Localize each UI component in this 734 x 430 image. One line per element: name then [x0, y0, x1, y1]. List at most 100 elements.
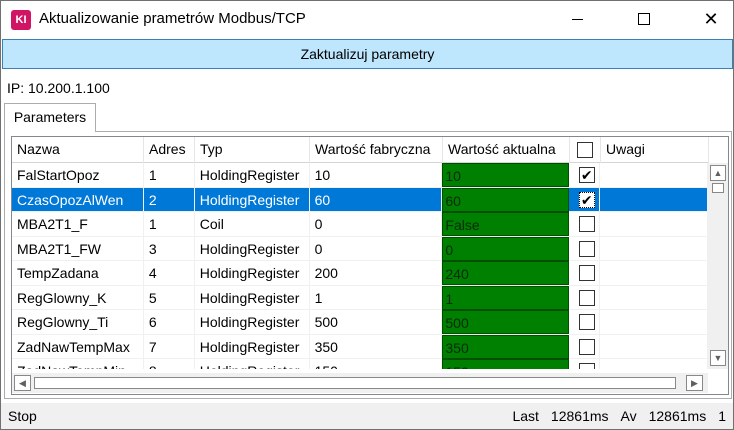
cell-actual-value[interactable]: 150 [442, 359, 570, 369]
minimize-button[interactable] [554, 1, 600, 37]
cell-factory-value[interactable]: 500 [310, 310, 443, 334]
status-timings: Last 12861ms Av 12861ms 1 [500, 408, 726, 424]
cell-notes[interactable] [600, 310, 708, 334]
cell-checkbox [569, 212, 601, 236]
cell-address[interactable]: 5 [144, 285, 195, 310]
table-row[interactable]: CzasOpozAlWen 2 HoldingRegister 60 60 [12, 187, 708, 212]
table-row[interactable]: RegGlowny_Ti 6 HoldingRegister 500 500 [12, 310, 708, 335]
cell-actual-value[interactable]: 240 [442, 261, 570, 285]
cell-type[interactable]: HoldingRegister [195, 261, 310, 285]
table-row[interactable]: ZadNawTempMin8HoldingRegister150150 [12, 359, 708, 369]
cell-type[interactable]: HoldingRegister [195, 163, 310, 187]
cell-notes[interactable] [600, 261, 708, 285]
cell-factory-value[interactable]: 60 [310, 187, 443, 212]
cell-name[interactable]: ZadNawTempMax [12, 334, 144, 359]
row-checkbox[interactable] [578, 167, 595, 183]
cell-actual-value[interactable]: 60 [442, 187, 570, 212]
cell-name[interactable]: MBA2T1_FW [12, 236, 144, 261]
select-all-checkbox[interactable] [577, 142, 593, 158]
column-header-type[interactable]: Typ [195, 137, 310, 163]
cell-address[interactable]: 6 [144, 310, 195, 334]
table-row[interactable]: TempZadana 4 HoldingRegister 200 240 [12, 261, 708, 286]
row-checkbox[interactable] [578, 191, 595, 208]
cell-actual-value[interactable]: False [442, 212, 570, 236]
cell-factory-value[interactable]: 10 [310, 163, 443, 187]
cell-actual-value[interactable]: 1 [442, 285, 570, 310]
maximize-icon [638, 13, 650, 25]
cell-factory-value[interactable]: 150 [310, 359, 443, 369]
cell-name[interactable]: CzasOpozAlWen [12, 187, 144, 212]
cell-type[interactable]: HoldingRegister [195, 334, 310, 359]
column-header-name[interactable]: Nazwa [12, 137, 144, 163]
table-row[interactable]: FalStartOpoz 1 HoldingRegister 10 10 [12, 163, 708, 188]
scroll-left-icon[interactable]: ◀ [14, 375, 31, 391]
cell-factory-value[interactable]: 0 [310, 212, 443, 236]
cell-type[interactable]: HoldingRegister [195, 285, 310, 310]
cell-notes[interactable] [600, 334, 708, 359]
cell-name[interactable]: RegGlowny_Ti [12, 310, 144, 334]
scroll-right-icon[interactable]: ▶ [686, 375, 703, 391]
cell-address[interactable]: 8 [144, 359, 195, 369]
cell-factory-value[interactable]: 350 [310, 334, 443, 359]
cell-address[interactable]: 2 [144, 187, 195, 212]
column-header-factory-value[interactable]: Wartość fabryczna [310, 137, 443, 163]
cell-checkbox [569, 261, 601, 285]
cell-address[interactable]: 1 [144, 163, 195, 187]
row-checkbox[interactable] [578, 216, 595, 232]
table-row[interactable]: MBA2T1_FW 3 HoldingRegister 0 0 [12, 236, 708, 261]
cell-factory-value[interactable]: 0 [310, 236, 443, 261]
update-parameters-button[interactable]: Zaktualizuj parametry [2, 39, 733, 69]
close-button[interactable]: ✕ [688, 1, 734, 37]
cell-actual-value[interactable]: 10 [442, 163, 570, 187]
row-checkbox[interactable] [578, 363, 595, 369]
row-checkbox[interactable] [578, 240, 595, 257]
cell-type[interactable]: HoldingRegister [195, 236, 310, 261]
column-header-actual-value[interactable]: Wartość aktualna [443, 137, 570, 163]
cell-factory-value[interactable]: 200 [310, 261, 443, 285]
cell-address[interactable]: 3 [144, 236, 195, 261]
grid-body: FalStartOpoz1HoldingRegister1010CzasOpoz… [12, 163, 708, 369]
row-checkbox[interactable] [578, 265, 595, 281]
cell-name[interactable]: FalStartOpoz [12, 163, 144, 187]
cell-address[interactable]: 4 [144, 261, 195, 285]
cell-actual-value[interactable]: 500 [442, 310, 570, 334]
column-header-select-all[interactable] [570, 137, 601, 163]
vertical-scroll-thumb[interactable] [712, 183, 724, 193]
cell-notes[interactable] [600, 236, 708, 261]
cell-notes[interactable] [600, 359, 708, 369]
cell-name[interactable]: ZadNawTempMin [12, 359, 144, 369]
table-row[interactable]: ZadNawTempMax 7 HoldingRegister 350 350 [12, 334, 708, 359]
cell-factory-value[interactable]: 1 [310, 285, 443, 310]
cell-name[interactable]: TempZadana [12, 261, 144, 285]
row-checkbox[interactable] [578, 338, 595, 355]
cell-type[interactable]: HoldingRegister [195, 310, 310, 334]
cell-type[interactable]: Coil [195, 212, 310, 236]
cell-actual-value[interactable]: 350 [442, 334, 570, 359]
cell-notes[interactable] [600, 285, 708, 310]
cell-name[interactable]: RegGlowny_K [12, 285, 144, 310]
cell-actual-value[interactable]: 0 [442, 236, 570, 261]
cell-notes[interactable] [600, 187, 708, 212]
minimize-icon [571, 18, 583, 20]
cell-address[interactable]: 7 [144, 334, 195, 359]
cell-name[interactable]: MBA2T1_F [12, 212, 144, 236]
maximize-button[interactable] [621, 1, 667, 37]
column-header-address[interactable]: Adres [144, 137, 195, 163]
column-header-notes[interactable]: Uwagi [601, 137, 709, 163]
row-checkbox[interactable] [578, 289, 595, 306]
scroll-up-icon[interactable]: ▲ [710, 165, 726, 181]
cell-address[interactable]: 1 [144, 212, 195, 236]
table-row[interactable]: MBA2T1_F 1 Coil 0 False [12, 212, 708, 237]
cell-notes[interactable] [600, 163, 708, 187]
row-checkbox[interactable] [578, 314, 595, 330]
title-bar[interactable]: KI Aktualizowanie prametrów Modbus/TCP ✕ [1, 1, 733, 38]
cell-type[interactable]: HoldingRegister [195, 187, 310, 212]
table-row[interactable]: RegGlowny_K 5 HoldingRegister 1 1 [12, 285, 708, 310]
tab-parameters[interactable]: Parameters [4, 103, 96, 132]
cell-type[interactable]: HoldingRegister [195, 359, 310, 369]
horizontal-scrollbar[interactable]: ◀ ▶ [12, 373, 708, 393]
cell-notes[interactable] [600, 212, 708, 236]
vertical-scrollbar[interactable]: ▲ ▼ [708, 163, 728, 369]
scroll-down-icon[interactable]: ▼ [710, 350, 726, 366]
horizontal-scroll-thumb[interactable] [34, 377, 676, 389]
